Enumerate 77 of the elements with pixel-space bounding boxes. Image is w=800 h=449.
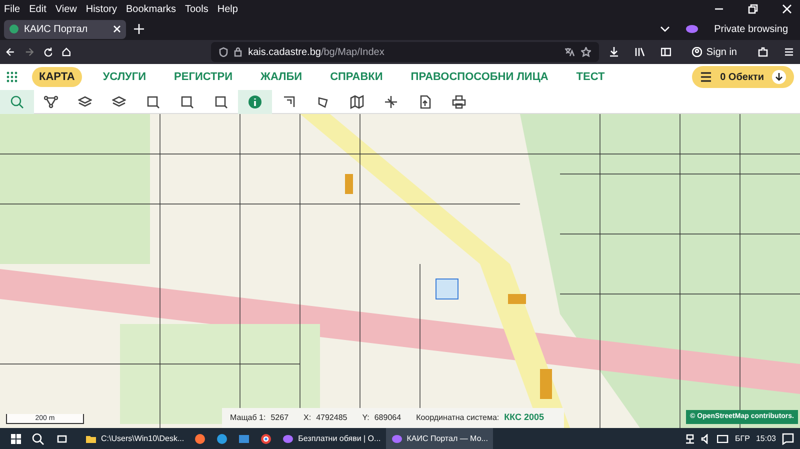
y-label: Y: <box>362 412 370 424</box>
battery-icon[interactable] <box>717 434 730 442</box>
frame-icon <box>214 94 228 108</box>
taskbar-button[interactable]: C:\Users\Win10\Desk... <box>80 428 190 449</box>
menu-icon[interactable] <box>784 47 794 57</box>
frame-icon <box>146 94 160 108</box>
crosshair-icon <box>384 94 398 108</box>
sidebar-icon[interactable] <box>661 47 672 57</box>
print-icon <box>452 94 466 108</box>
menu-item[interactable]: History <box>86 2 117 16</box>
search-icon[interactable] <box>32 432 44 444</box>
scale-label: Мащаб 1: <box>230 412 266 424</box>
system-label: Координатна система: <box>416 412 500 424</box>
layers-icon <box>112 94 126 108</box>
info-icon <box>248 94 262 108</box>
clock[interactable]: 15:03 <box>756 432 776 444</box>
menu-item[interactable]: File <box>4 2 20 16</box>
account-icon <box>692 47 702 57</box>
search-icon <box>10 94 24 108</box>
browser-tab[interactable]: КАИС Портал <box>4 20 126 38</box>
new-tab-icon[interactable] <box>134 24 144 34</box>
forward-icon[interactable] <box>24 47 34 57</box>
keyboard-language[interactable]: БГР <box>735 432 750 444</box>
menu-icon <box>700 72 712 82</box>
corner-icon <box>282 94 296 108</box>
private-browsing-label: Private browsing <box>714 22 788 36</box>
app-grid-icon[interactable] <box>6 71 18 83</box>
nav-link[interactable]: СПРАВКИ <box>323 66 390 88</box>
nav-link[interactable]: ЖАЛБИ <box>254 66 310 88</box>
cadastral-map-drawing[interactable] <box>0 114 800 428</box>
sign-in-button[interactable]: Sign in <box>687 44 742 60</box>
library-icon[interactable] <box>635 47 646 57</box>
taskbar-button[interactable]: КАИС Портал — Мо... <box>386 428 493 449</box>
map-tool-button[interactable] <box>238 90 272 114</box>
home-icon[interactable] <box>62 47 72 57</box>
y-value: 689064 <box>374 412 402 424</box>
menu-item[interactable]: Bookmarks <box>126 2 176 16</box>
translate-icon[interactable] <box>564 47 576 57</box>
frame-icon <box>180 94 194 108</box>
menu-item[interactable]: View <box>55 2 77 16</box>
lock-icon <box>234 47 242 57</box>
upload-icon <box>418 94 432 108</box>
layers-icon <box>78 94 92 108</box>
x-value: 4792485 <box>316 412 348 424</box>
taskbar-button[interactable]: Безплатни обяви | О... <box>277 428 386 449</box>
windows-icon[interactable] <box>10 432 22 444</box>
nav-link[interactable]: ТЕСТ <box>569 66 612 88</box>
reload-icon[interactable] <box>44 47 52 57</box>
close-icon[interactable] <box>113 25 121 33</box>
polygon-icon <box>316 94 330 108</box>
scale-value: 5267 <box>270 412 289 424</box>
map-tool-button[interactable] <box>0 90 34 114</box>
extensions-icon[interactable] <box>758 47 768 57</box>
address-bar[interactable]: kais.cadastre.bg/bg/Map/Index <box>211 42 600 62</box>
close-icon[interactable] <box>782 4 792 14</box>
task-view-icon[interactable] <box>56 432 68 444</box>
nav-link[interactable]: КАРТА <box>32 66 82 88</box>
menu-item[interactable]: Edit <box>29 2 46 16</box>
menu-item[interactable]: Tools <box>185 2 208 16</box>
map-icon <box>350 94 364 108</box>
back-icon[interactable] <box>6 47 15 57</box>
system-dropdown[interactable]: ККС 2005 <box>504 411 544 425</box>
nav-link[interactable]: ПРАВОСПОСОБНИ ЛИЦА <box>404 66 556 88</box>
x-label: X: <box>304 412 312 424</box>
download-icon[interactable] <box>609 47 620 57</box>
network-icon[interactable] <box>685 434 696 444</box>
download-arrow-icon <box>772 70 786 84</box>
nav-link[interactable]: УСЛУГИ <box>96 66 154 88</box>
nodes-icon <box>44 94 58 108</box>
chevron-down-icon[interactable] <box>660 25 670 33</box>
restore-icon[interactable] <box>748 4 758 14</box>
objects-button[interactable]: 0 Обекти <box>692 66 794 88</box>
nav-link[interactable]: РЕГИСТРИ <box>167 66 240 88</box>
star-icon[interactable] <box>581 47 592 57</box>
notifications-icon[interactable] <box>782 432 794 444</box>
url-text: kais.cadastre.bg/bg/Map/Index <box>248 46 386 60</box>
menu-item[interactable]: Help <box>217 2 238 16</box>
